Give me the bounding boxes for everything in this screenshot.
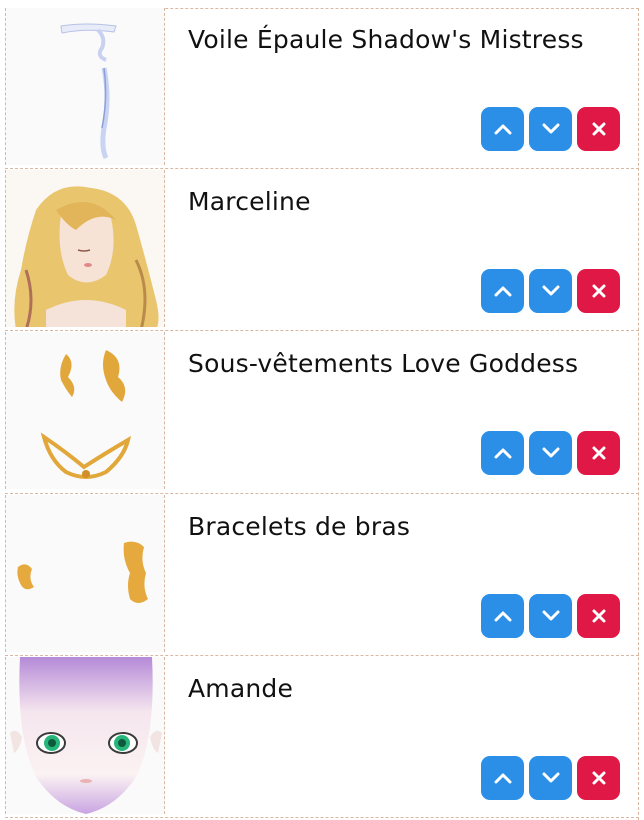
chevron-down-icon	[542, 285, 559, 296]
list-item: Voile Épaule Shadow's Mistress	[0, 0, 644, 165]
close-icon	[592, 446, 605, 460]
move-down-button[interactable]	[529, 594, 572, 638]
chevron-up-icon	[494, 611, 511, 622]
chevron-up-icon	[494, 448, 511, 459]
move-up-button[interactable]	[481, 107, 524, 151]
close-icon	[592, 122, 605, 136]
move-down-button[interactable]	[529, 107, 572, 151]
list-item: Amande	[0, 649, 644, 814]
item-thumbnail	[5, 8, 165, 165]
item-title: Amande	[188, 674, 294, 703]
close-icon	[592, 284, 605, 298]
item-title: Marceline	[188, 187, 311, 216]
item-actions	[481, 269, 620, 313]
close-icon	[592, 771, 605, 785]
chevron-down-icon	[542, 610, 559, 621]
chevron-up-icon	[494, 773, 511, 784]
move-up-button[interactable]	[481, 756, 524, 800]
list-item: Bracelets de bras	[0, 487, 644, 652]
remove-button[interactable]	[577, 107, 620, 151]
divider	[5, 817, 639, 818]
remove-button[interactable]	[577, 756, 620, 800]
remove-button[interactable]	[577, 431, 620, 475]
item-thumbnail	[5, 170, 165, 327]
remove-button[interactable]	[577, 269, 620, 313]
move-down-button[interactable]	[529, 756, 572, 800]
close-icon	[592, 609, 605, 623]
item-thumbnail	[5, 332, 165, 489]
chevron-down-icon	[542, 447, 559, 458]
remove-button[interactable]	[577, 594, 620, 638]
chevron-down-icon	[542, 123, 559, 134]
chevron-up-icon	[494, 124, 511, 135]
item-actions	[481, 756, 620, 800]
item-actions	[481, 594, 620, 638]
item-title: Voile Épaule Shadow's Mistress	[188, 25, 584, 54]
chevron-up-icon	[494, 286, 511, 297]
move-up-button[interactable]	[481, 594, 524, 638]
item-thumbnail	[5, 657, 165, 814]
item-actions	[481, 431, 620, 475]
list-item: Sous-vêtements Love Goddess	[0, 324, 644, 489]
move-up-button[interactable]	[481, 431, 524, 475]
item-title: Sous-vêtements Love Goddess	[188, 349, 579, 378]
item-actions	[481, 107, 620, 151]
move-up-button[interactable]	[481, 269, 524, 313]
move-down-button[interactable]	[529, 431, 572, 475]
list-item: Marceline	[0, 162, 644, 327]
chevron-down-icon	[542, 772, 559, 783]
item-thumbnail	[5, 495, 165, 652]
move-down-button[interactable]	[529, 269, 572, 313]
item-title: Bracelets de bras	[188, 512, 411, 541]
